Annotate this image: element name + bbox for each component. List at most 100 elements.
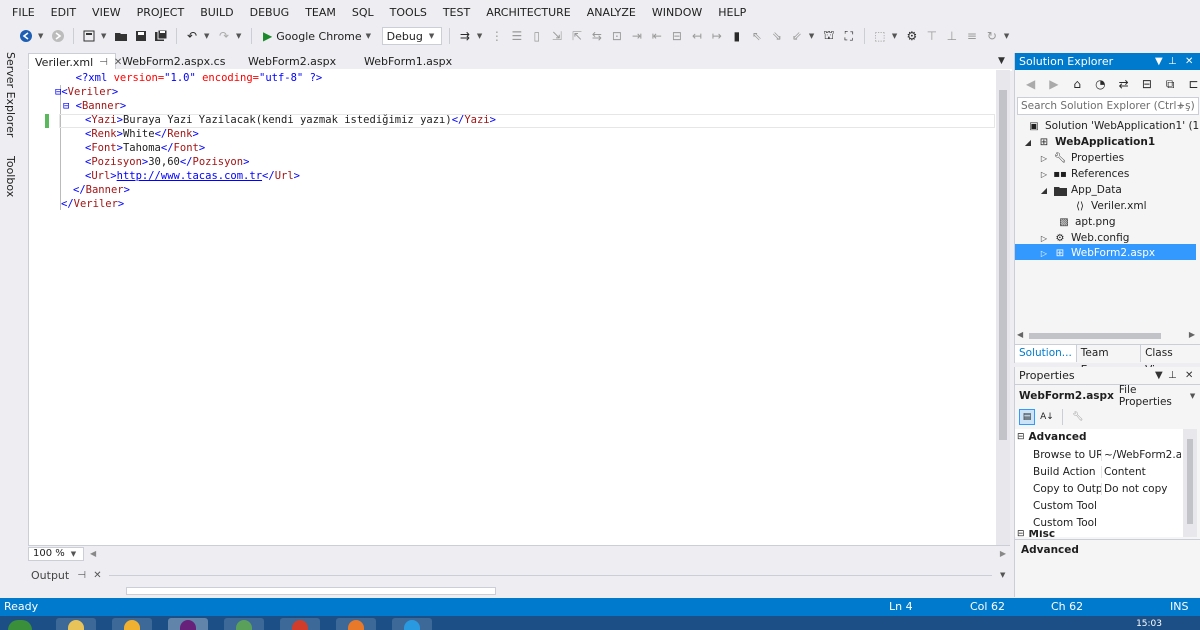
tree-item-solution[interactable]: ▣ Solution 'WebApplication1' (1 project) xyxy=(1027,118,1200,134)
taskbar-app[interactable] xyxy=(224,618,264,630)
scroll-right-icon[interactable]: ▶ xyxy=(1000,549,1006,558)
solution-configuration-select[interactable]: Debug ▼ xyxy=(381,27,442,45)
menu-file[interactable]: FILE xyxy=(4,0,43,26)
collapsed-arrow-icon[interactable]: ▷ xyxy=(1039,249,1049,258)
menu-build[interactable]: BUILD xyxy=(192,0,241,26)
chevron-down-icon[interactable]: ▼ xyxy=(204,32,212,40)
code-editor[interactable]: <?xml version="1.0" encoding="utf-8" ?> … xyxy=(28,70,996,545)
tab-webform1-aspx[interactable]: WebForm1.aspx xyxy=(358,53,468,70)
scrollbar-thumb[interactable] xyxy=(1029,333,1161,339)
alphabetical-icon[interactable]: A↓ xyxy=(1039,409,1055,425)
menu-tools[interactable]: TOOLS xyxy=(382,0,435,26)
step-out-icon[interactable]: ⇆ xyxy=(589,28,605,44)
taskbar-app[interactable] xyxy=(112,618,152,630)
property-value[interactable]: Content xyxy=(1101,465,1181,478)
tree-item-references[interactable]: ▷ ▪▪ References xyxy=(1039,166,1129,182)
taskbar-firefox[interactable] xyxy=(336,618,376,630)
open-file-icon[interactable] xyxy=(113,28,129,44)
step-into-icon[interactable]: ⇲ xyxy=(549,28,565,44)
forward-icon[interactable]: ▶ xyxy=(1046,76,1061,92)
save-icon[interactable] xyxy=(133,28,149,44)
start-button[interactable] xyxy=(2,618,38,630)
property-pages-icon[interactable]: 🔧︎ xyxy=(1070,409,1086,425)
outdent-icon[interactable]: ⇤ xyxy=(649,28,665,44)
tree-item-apt-png[interactable]: ▧ apt.png xyxy=(1057,214,1115,230)
chevron-down-icon[interactable]: ▼ xyxy=(236,32,244,40)
close-icon[interactable]: ✕ xyxy=(93,570,101,581)
server-explorer-tab[interactable]: Server Explorer xyxy=(4,52,17,137)
solution-search-input[interactable]: Search Solution Explorer (Ctrl+ş) ⌕ xyxy=(1017,97,1199,115)
tree-item-app-data[interactable]: ◢ App_Data xyxy=(1039,182,1122,198)
property-row[interactable]: Custom Tool xyxy=(1029,497,1183,514)
distribute-icon[interactable]: ⊥ xyxy=(944,28,960,44)
navigate-forward-icon[interactable]: ↦ xyxy=(709,28,725,44)
tree-item-webform2-aspx[interactable]: ▷ ⊞ WebForm2.aspx xyxy=(1039,245,1155,261)
next-bookmark-icon[interactable]: ⇘ xyxy=(769,28,785,44)
clear-bookmarks-icon[interactable]: ⇙ xyxy=(789,28,805,44)
refresh-icon[interactable]: ⇄ xyxy=(1116,76,1131,92)
menu-window[interactable]: WINDOW xyxy=(644,0,710,26)
pin-icon[interactable]: ⊣ xyxy=(77,570,86,581)
start-debugging-button[interactable]: ▶ Google Chrome ▼ xyxy=(259,26,378,46)
pin-icon[interactable]: ⊣ xyxy=(99,57,108,68)
collapsed-arrow-icon[interactable]: ▷ xyxy=(1039,170,1049,179)
tree-item-project[interactable]: ◢ ⊞ WebApplication1 xyxy=(1023,134,1155,150)
collapsed-arrow-icon[interactable]: ▷ xyxy=(1039,234,1049,243)
chevron-down-icon[interactable]: ▼ xyxy=(38,32,46,40)
property-row[interactable]: Custom Tool Namespace xyxy=(1029,514,1183,531)
tab-webform2-aspx[interactable]: WebForm2.aspx xyxy=(242,53,358,70)
close-icon[interactable]: ✕ xyxy=(1185,56,1193,67)
output-source-select[interactable] xyxy=(126,587,496,595)
collapse-icon[interactable]: ⊟ xyxy=(1017,432,1025,442)
chevron-down-icon[interactable]: ▼ xyxy=(1155,56,1163,67)
menu-edit[interactable]: EDIT xyxy=(43,0,84,26)
taskbar-visual-studio[interactable] xyxy=(168,618,208,630)
chevron-down-icon[interactable]: ▼ xyxy=(1004,32,1012,40)
xml-url-link[interactable]: http://www.tacas.com.tr xyxy=(117,170,262,182)
solution-explorer-horizontal-scrollbar[interactable]: ◀ ▶ xyxy=(1015,330,1197,342)
sync-icon[interactable]: ◔ xyxy=(1093,76,1108,92)
properties-object-select[interactable]: WebForm2.aspx File Properties ▼ xyxy=(1015,384,1200,408)
redo-icon[interactable]: ↷ xyxy=(216,28,232,44)
menu-team[interactable]: TEAM xyxy=(297,0,344,26)
forward-icon[interactable] xyxy=(50,28,66,44)
tree-item-veriler-xml[interactable]: ⟨⟩ Veriler.xml xyxy=(1073,198,1146,214)
taskbar-chrome[interactable] xyxy=(280,618,320,630)
tree-item-properties[interactable]: ▷ 🔧︎ Properties xyxy=(1039,150,1124,166)
publish-icon[interactable]: ⛫ xyxy=(821,28,837,44)
tree-item-web-config[interactable]: ▷ ⚙ Web.config xyxy=(1039,230,1129,246)
property-category-misc[interactable]: ⊟ Misc xyxy=(1017,530,1055,538)
size-icon[interactable]: ≡ xyxy=(964,28,980,44)
chevron-down-icon[interactable]: ▼ xyxy=(1000,571,1008,579)
scroll-left-icon[interactable]: ◀ xyxy=(1017,330,1023,339)
chevron-down-icon[interactable]: ▼ xyxy=(809,32,817,40)
menu-analyze[interactable]: ANALYZE xyxy=(579,0,644,26)
properties-header[interactable]: Properties ▼ ⊥ ✕ xyxy=(1015,367,1200,385)
align-icon[interactable]: ⊤ xyxy=(924,28,940,44)
menu-debug[interactable]: DEBUG xyxy=(242,0,298,26)
format-icon[interactable]: ⋮ xyxy=(489,28,505,44)
scroll-right-icon[interactable]: ▶ xyxy=(1189,330,1195,339)
save-all-icon[interactable] xyxy=(153,28,169,44)
solution-explorer-header[interactable]: Solution Explorer ▼ ⊥ ✕ xyxy=(1015,53,1200,70)
property-category-advanced[interactable]: ⊟ Advanced xyxy=(1017,429,1086,445)
menu-project[interactable]: PROJECT xyxy=(129,0,193,26)
tools-icon[interactable]: ⚙ xyxy=(904,28,920,44)
property-row[interactable]: Browse to URL ~/WebForm2.aspx xyxy=(1029,446,1183,463)
chevron-down-icon[interactable]: ▼ xyxy=(477,32,485,40)
attach-icon[interactable]: ⇉ xyxy=(457,28,473,44)
breakpoint-icon[interactable]: ⊡ xyxy=(609,28,625,44)
tab-veriler-xml[interactable]: Veriler.xml ⊣ ✕ xyxy=(28,53,122,70)
tab-class-view[interactable]: Class View xyxy=(1141,345,1200,376)
indent-icon[interactable]: ⇥ xyxy=(629,28,645,44)
undo-icon[interactable]: ↶ xyxy=(184,28,200,44)
menu-architecture[interactable]: ARCHITECTURE xyxy=(478,0,579,26)
property-row[interactable]: Build Action Content xyxy=(1029,463,1183,480)
menu-view[interactable]: VIEW xyxy=(84,0,129,26)
property-grid-scrollbar[interactable] xyxy=(1183,429,1197,537)
taskbar-skype[interactable] xyxy=(392,618,432,630)
taskbar-explorer[interactable] xyxy=(56,618,96,630)
step-over-icon[interactable]: ⇱ xyxy=(569,28,585,44)
output-panel-tab[interactable]: Output ⊣ ✕ ▼ xyxy=(28,564,1012,586)
document-list-dropdown[interactable]: ▼ xyxy=(998,56,1005,66)
